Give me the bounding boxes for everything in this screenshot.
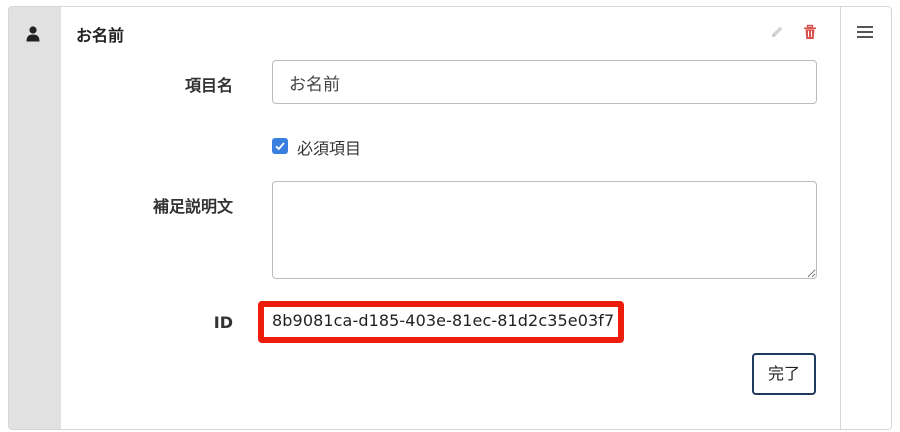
field-editor-card: お名前 項目名 必須項目 補足説明文 ID 8b9081ca-d185-403e… (8, 6, 892, 430)
id-value[interactable]: 8b9081ca-d185-403e-81ec-81d2c35e03f7 (272, 311, 614, 330)
left-bar (9, 7, 61, 429)
checkmark-icon (275, 142, 285, 151)
trash-icon[interactable] (802, 24, 818, 40)
description-textarea[interactable] (272, 181, 817, 279)
right-bar (840, 7, 891, 429)
id-label: ID (213, 313, 233, 332)
done-button[interactable]: 完了 (752, 353, 816, 395)
menu-icon[interactable] (857, 25, 873, 39)
required-checkbox[interactable] (272, 138, 288, 154)
person-icon (26, 26, 40, 42)
item-name-input[interactable] (272, 60, 817, 104)
panel-title: お名前 (76, 26, 125, 45)
pencil-icon[interactable] (769, 24, 785, 40)
item-name-label: 項目名 (184, 76, 233, 95)
description-label: 補足説明文 (152, 197, 233, 216)
required-label: 必須項目 (297, 139, 362, 158)
